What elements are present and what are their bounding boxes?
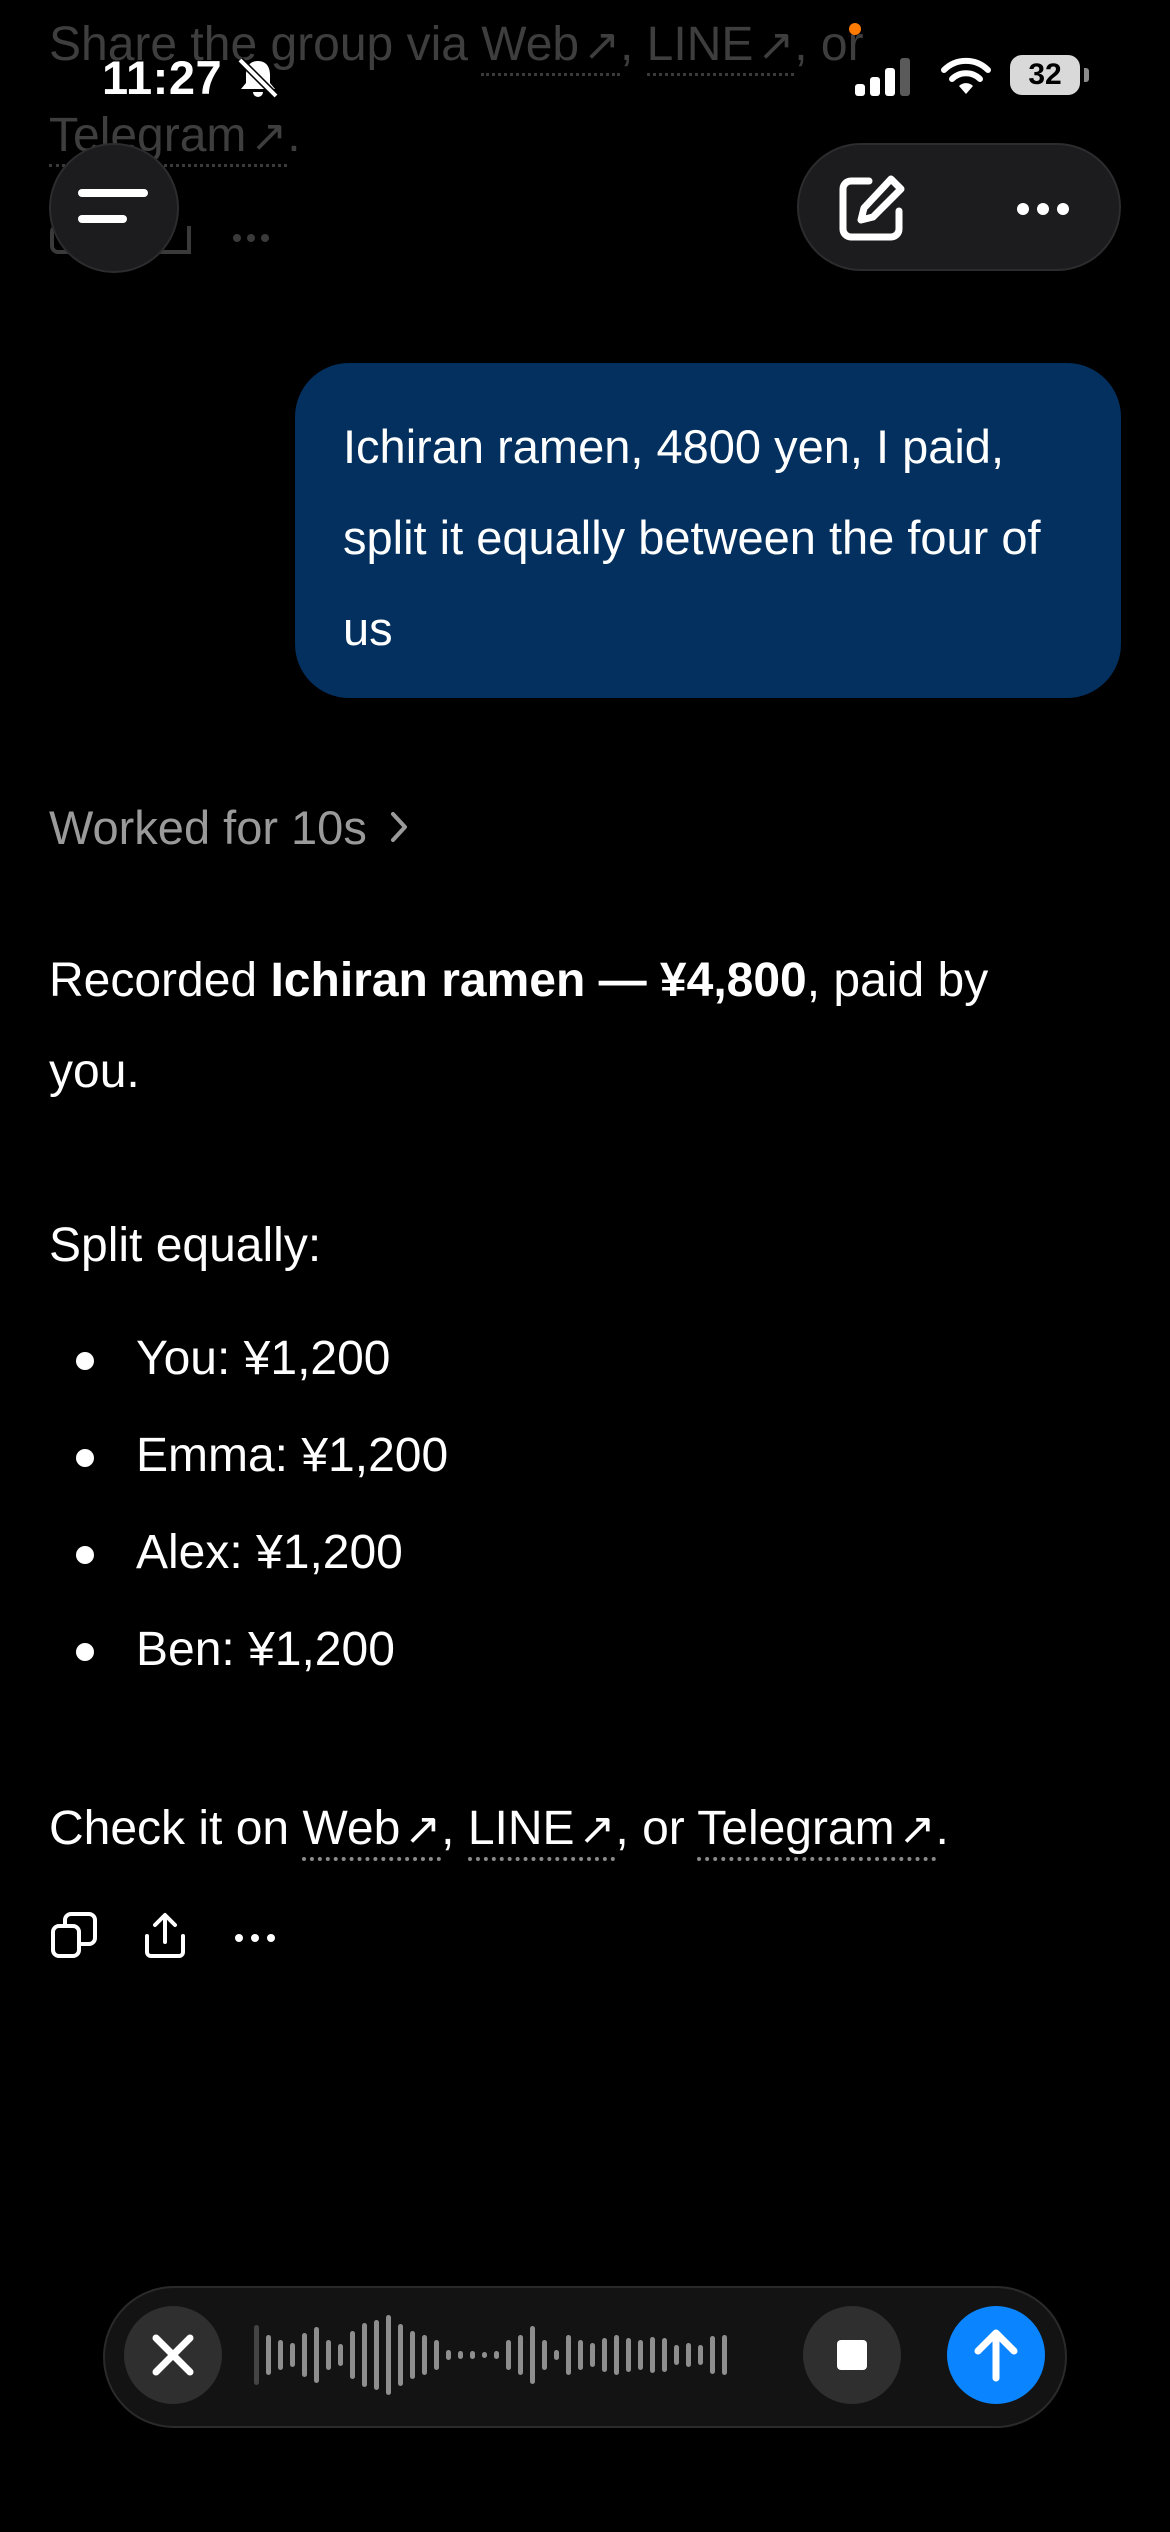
split-item-emma: Emma: ¥1,200 <box>49 1407 448 1504</box>
link-line[interactable]: LINE↗ <box>467 1802 616 1861</box>
waveform-bar <box>398 2324 403 2386</box>
waveform-bar <box>290 2343 295 2367</box>
user-message-bubble: Ichiran ramen, 4800 yen, I paid, split i… <box>295 363 1121 698</box>
waveform-bar <box>566 2335 571 2375</box>
external-link-icon: ↗ <box>404 1805 442 1854</box>
waveform-bar <box>698 2345 703 2365</box>
waveform-bar <box>674 2345 679 2365</box>
privacy-indicator-dot <box>849 23 861 35</box>
worked-label: Worked for 10s <box>49 801 367 854</box>
waveform-bar <box>650 2337 655 2373</box>
waveform-bar <box>662 2338 667 2372</box>
split-item-ben: Ben: ¥1,200 <box>49 1601 448 1698</box>
link-web[interactable]: Web↗ <box>302 1802 442 1861</box>
worked-duration-toggle[interactable]: Worked for 10s <box>49 800 411 855</box>
waveform-bar <box>482 2352 487 2358</box>
share-button[interactable] <box>139 1910 191 1962</box>
stop-icon <box>837 2340 867 2370</box>
battery-tip <box>1084 68 1089 82</box>
waveform-visualizer <box>250 2310 750 2405</box>
battery-indicator: 32 <box>1010 55 1080 95</box>
waveform-bar <box>278 2340 283 2370</box>
waveform-bar <box>338 2344 343 2366</box>
external-link-icon: ↗ <box>898 1805 936 1854</box>
waveform-bar <box>590 2343 595 2367</box>
waveform-bar <box>410 2331 415 2379</box>
wifi-icon <box>939 56 993 101</box>
arrow-up-icon <box>974 2329 1018 2382</box>
split-list: You: ¥1,200 Emma: ¥1,200 Alex: ¥1,200 Be… <box>49 1310 448 1698</box>
header-actions <box>797 143 1121 271</box>
waveform-bar <box>302 2333 307 2377</box>
waveform-bar <box>602 2338 607 2372</box>
ellipsis-icon <box>1017 203 1069 215</box>
waveform-bar <box>722 2335 727 2375</box>
waveform-bar <box>686 2343 691 2367</box>
previous-link-line[interactable]: LINE↗ <box>646 18 795 76</box>
split-item-alex: Alex: ¥1,200 <box>49 1504 448 1601</box>
waveform-bar <box>374 2320 379 2390</box>
waveform-bar <box>638 2340 643 2370</box>
more-options-button[interactable] <box>999 167 1083 251</box>
copy-icon <box>51 1912 97 1958</box>
ellipsis-icon <box>235 1934 275 1942</box>
reply-paragraph-split: Split equally: <box>49 1219 322 1272</box>
external-link-icon: ↗ <box>578 1805 616 1854</box>
close-icon <box>152 2334 194 2376</box>
compose-icon <box>839 175 905 241</box>
waveform-bar <box>494 2351 499 2359</box>
waveform-bar <box>350 2331 355 2379</box>
share-icon <box>145 1913 185 1958</box>
user-message-text: Ichiran ramen, 4800 yen, I paid, split i… <box>343 420 1041 655</box>
chevron-right-icon <box>389 800 411 855</box>
waveform-bar <box>626 2338 631 2372</box>
waveform-bar <box>530 2326 535 2384</box>
waveform-bar <box>446 2350 451 2360</box>
waveform-bar <box>542 2340 547 2370</box>
waveform-bar <box>434 2340 439 2370</box>
waveform-bar <box>266 2335 271 2375</box>
copy-button[interactable] <box>49 1910 101 1962</box>
previous-link-web[interactable]: Web↗ <box>481 18 620 76</box>
status-time: 11:27 <box>102 51 223 104</box>
cellular-signal-icon <box>855 58 911 101</box>
reply-paragraph-links: Check it on Web↗, LINE↗, or Telegram↗. <box>49 1784 949 1875</box>
waveform-bar <box>470 2351 475 2359</box>
waveform-bar <box>254 2325 259 2385</box>
waveform-bar <box>518 2335 523 2375</box>
waveform-bar <box>554 2350 559 2360</box>
waveform-bar <box>422 2335 427 2375</box>
expense-summary: Ichiran ramen — ¥4,800 <box>270 954 807 1007</box>
menu-button[interactable] <box>49 143 179 273</box>
waveform-bar <box>710 2336 715 2374</box>
waveform-bar <box>314 2327 319 2383</box>
new-chat-button[interactable] <box>829 167 913 251</box>
reply-paragraph-recorded: Recorded Ichiran ramen — ¥4,800, paid by… <box>49 954 989 1098</box>
waveform-bar <box>362 2323 367 2387</box>
stop-recording-button[interactable] <box>803 2306 901 2404</box>
waveform-bar <box>458 2351 463 2359</box>
message-more-button[interactable] <box>229 1910 281 1962</box>
waveform-bar <box>326 2340 331 2370</box>
waveform-bar <box>386 2315 391 2395</box>
waveform-bar <box>578 2340 583 2370</box>
waveform-bar <box>614 2335 619 2375</box>
menu-icon <box>78 189 148 223</box>
link-telegram[interactable]: Telegram↗ <box>697 1802 936 1861</box>
send-button[interactable] <box>947 2306 1045 2404</box>
split-item-you: You: ¥1,200 <box>49 1310 448 1407</box>
bell-muted-icon <box>236 57 280 104</box>
waveform-bar <box>506 2340 511 2370</box>
cancel-recording-button[interactable] <box>124 2306 222 2404</box>
